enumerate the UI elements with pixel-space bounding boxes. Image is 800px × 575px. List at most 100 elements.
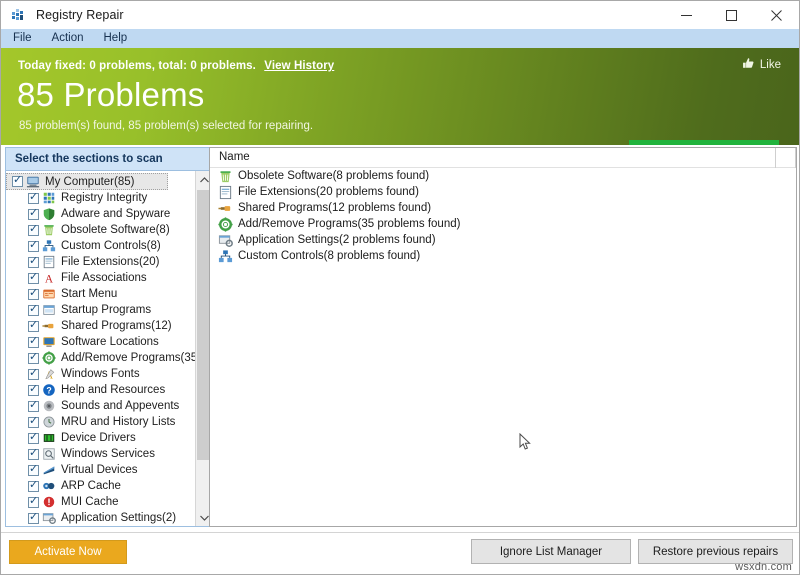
checkbox-arp-cache[interactable] bbox=[28, 478, 39, 492]
tree-item-add-remove-programs[interactable]: Add/Remove Programs(35) bbox=[6, 350, 196, 366]
maximize-button[interactable] bbox=[709, 1, 754, 29]
tree-item-shared-programs[interactable]: Shared Programs(12) bbox=[6, 318, 196, 334]
plug-icon bbox=[42, 319, 56, 333]
tree-label: Sounds and Appevents bbox=[61, 400, 180, 412]
tree-item-windows-services[interactable]: Windows Services bbox=[6, 446, 196, 462]
checkbox-adware-and-spyware[interactable] bbox=[28, 206, 39, 220]
menu-file[interactable]: File bbox=[9, 29, 42, 48]
like-button[interactable]: Like bbox=[742, 57, 781, 73]
list-item[interactable]: Add/Remove Programs(35 problems found) bbox=[210, 216, 796, 232]
registry-grid-icon bbox=[42, 191, 56, 205]
minimize-button[interactable] bbox=[664, 1, 709, 29]
list-item[interactable]: Application Settings(2 problems found) bbox=[210, 232, 796, 248]
alert-icon bbox=[42, 495, 56, 509]
list-item[interactable]: Custom Controls(8 problems found) bbox=[210, 248, 796, 264]
tree-item-help-and-resources[interactable]: ? Help and Resources bbox=[6, 382, 196, 398]
checkbox-mru-and-history-lists[interactable] bbox=[28, 414, 39, 428]
tree-label: Add/Remove Programs(35) bbox=[61, 352, 196, 364]
app-settings-icon bbox=[42, 511, 56, 525]
today-fixed-line: Today fixed: 0 problems, total: 0 proble… bbox=[18, 60, 334, 72]
list-item-label: File Extensions(20 problems found) bbox=[238, 186, 419, 198]
tree-item-start-menu[interactable]: Start Menu bbox=[6, 286, 196, 302]
tree-label: MUI Cache bbox=[61, 496, 119, 508]
network-icon bbox=[42, 479, 56, 493]
tree-item-sounds-and-appevents[interactable]: Sounds and Appevents bbox=[6, 398, 196, 414]
checkbox-software-locations[interactable] bbox=[28, 334, 39, 348]
checkbox-file-extensions[interactable] bbox=[28, 254, 39, 268]
tree-item-obsolete-software[interactable]: Obsolete Software(8) bbox=[6, 222, 196, 238]
menu-help[interactable]: Help bbox=[94, 29, 138, 48]
tree-item-arp-cache[interactable]: ARP Cache bbox=[6, 478, 196, 494]
today-fixed-text: Today fixed: 0 problems, total: 0 proble… bbox=[18, 60, 256, 72]
gear-icon bbox=[42, 351, 56, 365]
document-icon bbox=[42, 255, 56, 269]
tree-item-device-drivers[interactable]: Device Drivers bbox=[6, 430, 196, 446]
list-item[interactable]: Shared Programs(12 problems found) bbox=[210, 200, 796, 216]
checkbox-application-settings[interactable] bbox=[28, 510, 39, 524]
column-divider[interactable] bbox=[775, 148, 776, 168]
svg-text:?: ? bbox=[46, 386, 51, 396]
computer-icon bbox=[26, 175, 40, 189]
monitor-icon bbox=[42, 335, 56, 349]
like-label: Like bbox=[759, 59, 781, 71]
tree-label: Application Settings(2) bbox=[61, 512, 177, 524]
tree-item-file-associations[interactable]: A File Associations bbox=[6, 270, 196, 286]
checkbox-windows-services[interactable] bbox=[28, 446, 39, 460]
recycle-bin-icon bbox=[218, 169, 233, 184]
shield-icon bbox=[42, 207, 56, 221]
checkbox-registry-integrity[interactable] bbox=[28, 190, 39, 204]
document-icon bbox=[218, 185, 233, 200]
sections-tree: My Computer(85) bbox=[6, 171, 196, 526]
checkbox-sounds-and-appevents[interactable] bbox=[28, 398, 39, 412]
checkbox-virtual-devices[interactable] bbox=[28, 462, 39, 476]
tree-item-adware-and-spyware[interactable]: Adware and Spyware bbox=[6, 206, 196, 222]
checkbox-obsolete-software[interactable] bbox=[28, 222, 39, 236]
checkbox-mui-cache[interactable] bbox=[28, 494, 39, 508]
tree-item-mru-and-history-lists[interactable]: MRU and History Lists bbox=[6, 414, 196, 430]
list-column-header[interactable]: Name bbox=[210, 148, 796, 168]
checkbox-custom-controls[interactable] bbox=[28, 238, 39, 252]
tree-label: Help and Resources bbox=[61, 384, 166, 396]
tree-label: Windows Fonts bbox=[61, 368, 140, 380]
list-item-label: Custom Controls(8 problems found) bbox=[238, 250, 421, 262]
checkbox-device-drivers[interactable] bbox=[28, 430, 39, 444]
list-item[interactable]: Obsolete Software(8 problems found) bbox=[210, 168, 796, 184]
tree-label: ARP Cache bbox=[61, 480, 121, 492]
menu-action[interactable]: Action bbox=[42, 29, 94, 48]
checkbox-help-and-resources[interactable] bbox=[28, 382, 39, 396]
close-button[interactable] bbox=[754, 1, 799, 29]
column-divider-end[interactable] bbox=[795, 148, 796, 168]
tree-item-file-extensions[interactable]: File Extensions(20) bbox=[6, 254, 196, 270]
checkbox-file-associations[interactable] bbox=[28, 270, 39, 284]
tree-item-startup-programs[interactable]: Startup Programs bbox=[6, 302, 196, 318]
nodes-icon bbox=[42, 239, 56, 253]
tree-item-registry-integrity[interactable]: Registry Integrity bbox=[6, 190, 196, 206]
tree-label: Registry Integrity bbox=[61, 192, 148, 204]
ignore-list-manager-button[interactable]: Ignore List Manager bbox=[471, 539, 631, 564]
activate-now-button[interactable]: Activate Now bbox=[9, 540, 127, 564]
window-icon bbox=[42, 303, 56, 317]
tree-label: Obsolete Software(8) bbox=[61, 224, 170, 236]
tree-item-virtual-devices[interactable]: Virtual Devices bbox=[6, 462, 196, 478]
checkbox-my-computer[interactable] bbox=[12, 173, 23, 187]
column-header-name[interactable]: Name bbox=[219, 151, 250, 163]
checkbox-add-remove-programs[interactable] bbox=[28, 350, 39, 364]
list-item[interactable]: File Extensions(20 problems found) bbox=[210, 184, 796, 200]
tree-item-custom-controls[interactable]: Custom Controls(8) bbox=[6, 238, 196, 254]
view-history-link[interactable]: View History bbox=[264, 60, 334, 72]
tree-item-mui-cache[interactable]: MUI Cache bbox=[6, 494, 196, 510]
tree-item-application-settings[interactable]: Application Settings(2) bbox=[6, 510, 196, 526]
clock-icon bbox=[42, 415, 56, 429]
tree-label: Adware and Spyware bbox=[61, 208, 171, 220]
svg-text:A: A bbox=[45, 273, 54, 285]
tree-item-software-locations[interactable]: Software Locations bbox=[6, 334, 196, 350]
checkbox-start-menu[interactable] bbox=[28, 286, 39, 300]
checkbox-windows-fonts[interactable] bbox=[28, 366, 39, 380]
checkbox-shared-programs[interactable] bbox=[28, 318, 39, 332]
flag-icon bbox=[42, 463, 56, 477]
checkbox-startup-programs[interactable] bbox=[28, 302, 39, 316]
tree-item-windows-fonts[interactable]: A Windows Fonts bbox=[6, 366, 196, 382]
question-icon: ? bbox=[42, 383, 56, 397]
tree-item-my-computer[interactable]: My Computer(85) bbox=[6, 173, 168, 190]
font-icon: A bbox=[42, 367, 56, 381]
